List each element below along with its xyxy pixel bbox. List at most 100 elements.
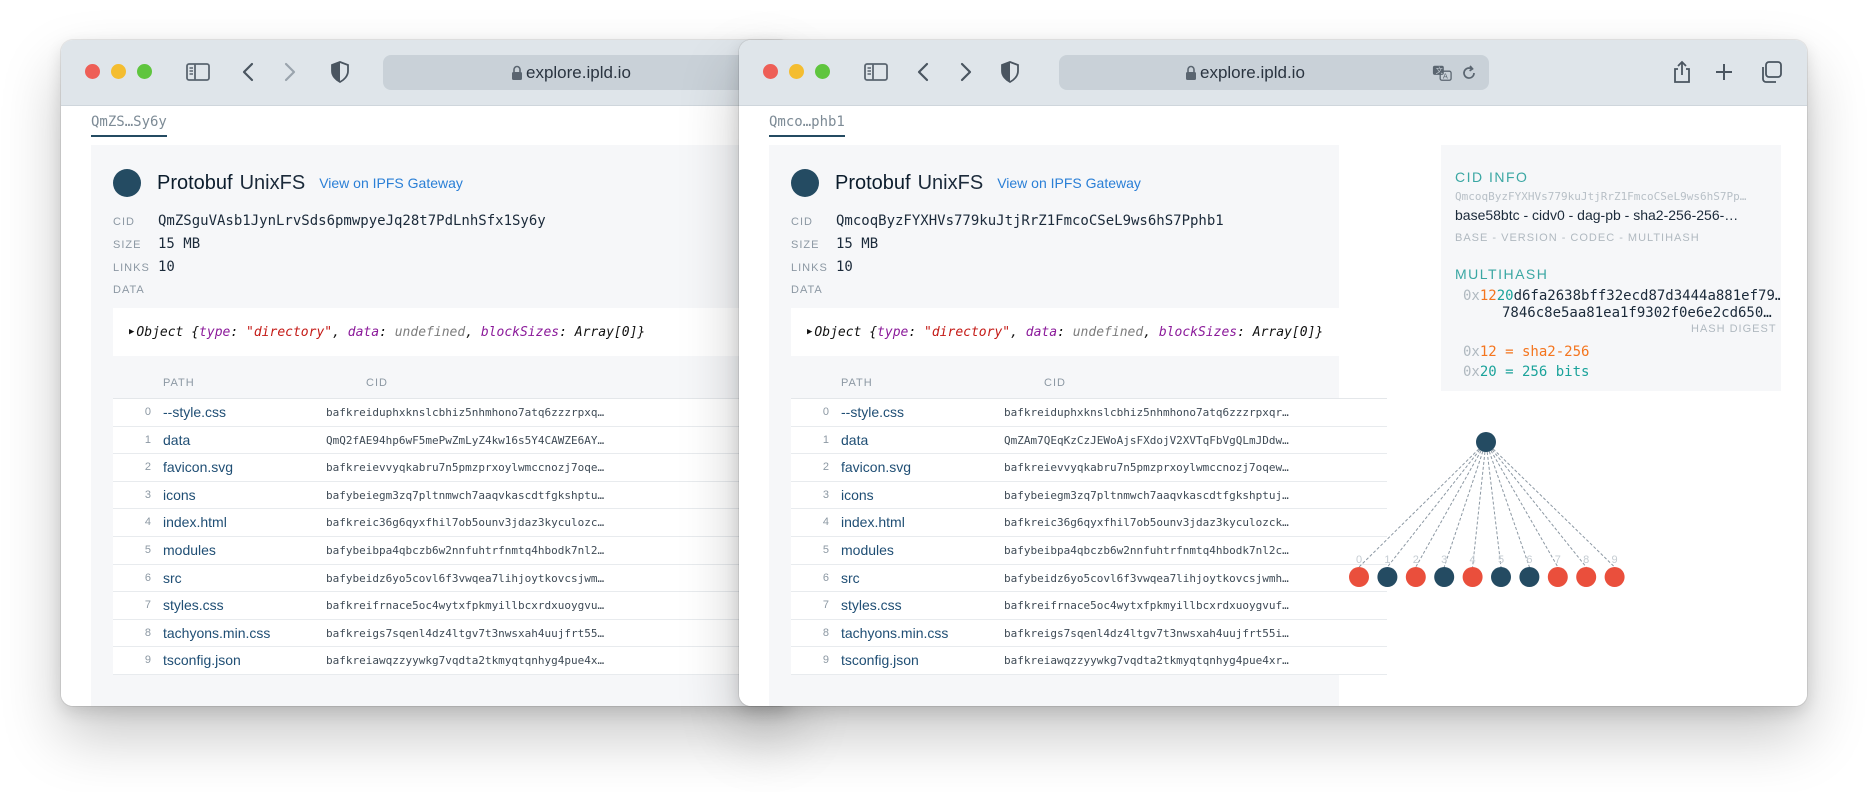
row-path-link[interactable]: src	[163, 570, 182, 586]
shield-icon[interactable]	[326, 58, 354, 86]
dag-leaf-label: 4	[1470, 554, 1476, 566]
row-cid: bafybeidz6yo5covl6f3vwqea7lihjoytkovcsjw…	[1004, 571, 1289, 585]
row-path-link[interactable]: icons	[841, 487, 874, 503]
dag-leaf-node[interactable]	[1576, 567, 1597, 587]
reload-icon[interactable]	[1459, 63, 1479, 83]
table-row[interactable]: 3 icons bafybeiegm3zq7pltnmwch7aaqvkascdtf…	[113, 481, 791, 510]
node-header: Protobuf UnixFS View on IPFS Gateway	[791, 169, 1141, 197]
row-path-link[interactable]: modules	[841, 542, 894, 558]
expand-arrow-icon[interactable]: ▶	[129, 327, 134, 337]
row-path-link[interactable]: tsconfig.json	[841, 652, 919, 668]
breadcrumb[interactable]: Qmco…phb1	[769, 114, 845, 137]
row-cid: bafkreiawqzzyywkg7vqdta2tkmyqtqnhyg4pue4…	[326, 654, 606, 668]
table-row[interactable]: 3 icons bafybeiegm3zq7pltnmwch7aaqvkascdtf…	[791, 481, 1387, 510]
table-row[interactable]: 8 tachyons.min.css bafkreigs7sqenl4dz4ltgv…	[791, 619, 1387, 648]
zoom-window-button[interactable]	[815, 64, 830, 79]
shield-icon[interactable]	[996, 58, 1024, 86]
table-row[interactable]: 2 favicon.svg bafkreievvyqkabru7n5pmzprxoy…	[791, 454, 1387, 482]
sidebar-icon[interactable]	[184, 58, 212, 86]
dag-root-node[interactable]	[1476, 432, 1496, 452]
size-row: SIZE 15 MB	[791, 236, 878, 252]
row-path-link[interactable]: tsconfig.json	[163, 652, 241, 668]
plus-icon[interactable]	[1710, 58, 1738, 86]
table-row[interactable]: 6 src bafybeidz6yo5covl6f3vwqea7lihjoytkov…	[791, 564, 1387, 593]
table-row[interactable]: 0 --style.css bafkreiduphxknslcbhiz5nhmhon…	[113, 399, 791, 427]
codec-title: Protobuf	[835, 171, 911, 194]
header-cid: CID	[366, 377, 388, 389]
row-cid: bafkreic36g6qyxfhil7ob5ounv3jdaz3kyculoz…	[326, 516, 606, 530]
table-row[interactable]: 9 tsconfig.json bafkreiawqzzyywkg7vqdta2tk…	[113, 647, 791, 675]
size-label: SIZE	[113, 239, 142, 251]
row-path-link[interactable]: icons	[163, 487, 196, 503]
row-path-link[interactable]: tachyons.min.css	[841, 625, 948, 641]
object-key-type: type	[877, 324, 909, 340]
table-row[interactable]: 1 data QmZAm7QEqKzCzJEWoAjsFXdojV2XVTqFbVg…	[791, 426, 1387, 455]
row-path-link[interactable]: --style.css	[163, 404, 226, 420]
row-path-link[interactable]: src	[841, 570, 860, 586]
row-index: 9	[822, 654, 829, 667]
dag-leaf-node[interactable]	[1349, 567, 1369, 587]
row-path-link[interactable]: favicon.svg	[163, 459, 233, 475]
header-cid: CID	[1044, 377, 1066, 389]
table-row[interactable]: 6 src bafybeidz6yo5covl6f3vwqea7lihjoytkov…	[113, 564, 791, 593]
node-type-dot	[113, 169, 141, 197]
translate-icon[interactable]: 文A	[1432, 63, 1452, 83]
minimize-window-button[interactable]	[111, 64, 126, 79]
code-line-text: = sha2-256	[1496, 344, 1590, 360]
forward-icon[interactable]	[952, 58, 980, 86]
object-inspector[interactable]: ▶ Object {type: "directory", data: undef…	[113, 308, 791, 356]
zoom-window-button[interactable]	[137, 64, 152, 79]
gateway-link[interactable]: View on IPFS Gateway	[997, 175, 1141, 191]
back-icon[interactable]	[909, 58, 937, 86]
table-row[interactable]: 1 data QmQ2fAE94hp6wF5mePwZmLyZ4kw16s5Y4CA…	[113, 426, 791, 455]
row-path-link[interactable]: index.html	[163, 514, 227, 530]
dag-leaf-node[interactable]	[1491, 567, 1511, 587]
row-path-link[interactable]: styles.css	[841, 597, 902, 613]
row-path-link[interactable]: index.html	[841, 514, 905, 530]
row-path-link[interactable]: tachyons.min.css	[163, 625, 270, 641]
sidebar-icon[interactable]	[862, 58, 890, 86]
breadcrumb[interactable]: QmZS…Sy6y	[91, 114, 167, 137]
row-path-link[interactable]: --style.css	[841, 404, 904, 420]
table-row[interactable]: 8 tachyons.min.css bafkreigs7sqenl4dz4ltgv…	[113, 619, 791, 648]
page-content: Qmco…phb1 Protobuf UnixFS View on IPFS G…	[739, 106, 1807, 706]
dag-leaf-node[interactable]	[1462, 567, 1483, 587]
table-row[interactable]: 5 modules bafybeibpa4qbczb6w2nnfuhtrfnmtq4…	[791, 536, 1387, 565]
back-icon[interactable]	[234, 58, 262, 86]
row-path-link[interactable]: data	[841, 432, 868, 448]
gateway-link[interactable]: View on IPFS Gateway	[319, 175, 463, 191]
multihash-length: 20	[1496, 288, 1514, 304]
object-inspector[interactable]: ▶ Object {type: "directory", data: undef…	[791, 308, 1387, 356]
table-row[interactable]: 9 tsconfig.json bafkreiawqzzyywkg7vqdta2tk…	[791, 647, 1387, 675]
dag-leaf-node[interactable]	[1547, 567, 1568, 587]
row-path-link[interactable]: favicon.svg	[841, 459, 911, 475]
address-bar[interactable]: explore.ipld.io 文A	[1059, 55, 1489, 90]
expand-arrow-icon[interactable]: ▶	[807, 327, 812, 337]
forward-icon[interactable]	[276, 58, 304, 86]
dag-leaf-node[interactable]	[1434, 567, 1455, 587]
dag-graph[interactable]: 0 1 2 3 4 5 6 7 8 9	[1339, 426, 1779, 616]
dag-leaf-node[interactable]	[1405, 567, 1426, 587]
dag-leaf-node[interactable]	[1519, 567, 1540, 587]
row-path-link[interactable]: styles.css	[163, 597, 224, 613]
dag-leaf-node[interactable]	[1604, 567, 1625, 587]
table-row[interactable]: 7 styles.css bafkreifrnace5oc4wytxfpkmyill…	[113, 592, 791, 620]
row-path-link[interactable]: data	[163, 432, 190, 448]
close-window-button[interactable]	[763, 64, 778, 79]
row-index: 7	[822, 599, 829, 612]
multihash-length-line: 0x20 = 256 bits	[1463, 364, 1589, 380]
table-row[interactable]: 5 modules bafybeibpa4qbczb6w2nnfuhtrfnmtq4…	[113, 536, 791, 565]
row-path-link[interactable]: modules	[163, 542, 216, 558]
table-row[interactable]: 0 --style.css bafkreiduphxknslcbhiz5nhmhon…	[791, 399, 1387, 427]
table-row[interactable]: 2 favicon.svg bafkreievvyqkabru7n5pmzprxoy…	[113, 454, 791, 482]
minimize-window-button[interactable]	[789, 64, 804, 79]
codec-title: Protobuf	[157, 171, 233, 194]
close-window-button[interactable]	[85, 64, 100, 79]
tabs-icon[interactable]	[1757, 58, 1785, 86]
table-row[interactable]: 4 index.html bafkreic36g6qyxfhil7ob5ounv3j…	[113, 509, 791, 537]
table-row[interactable]: 4 index.html bafkreic36g6qyxfhil7ob5ounv3j…	[791, 509, 1387, 537]
share-icon[interactable]	[1668, 58, 1696, 86]
dag-leaf-node[interactable]	[1377, 567, 1398, 587]
address-bar[interactable]: explore.ipld.io	[383, 55, 791, 90]
table-row[interactable]: 7 styles.css bafkreifrnace5oc4wytxfpkmyill…	[791, 592, 1387, 620]
